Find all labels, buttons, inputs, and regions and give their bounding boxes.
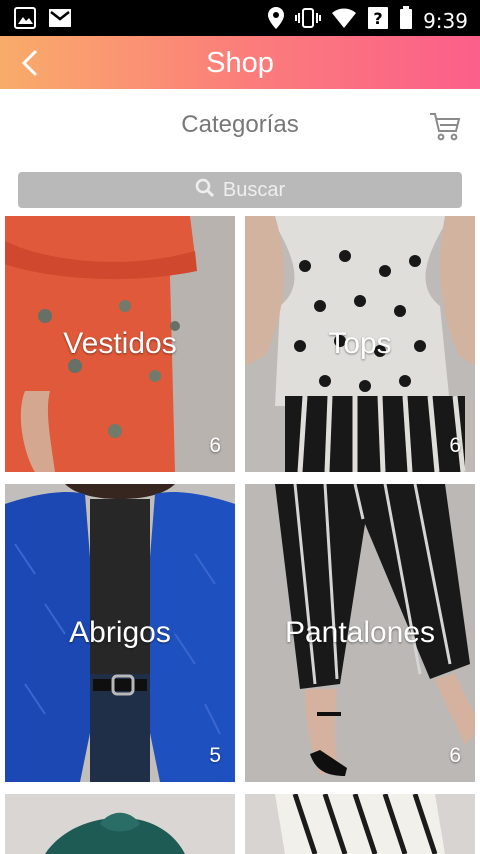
battery-icon xyxy=(399,6,413,35)
category-label: Abrigos xyxy=(69,616,171,649)
category-count: 6 xyxy=(209,434,221,457)
section-title: Categorías xyxy=(181,111,299,138)
gmail-icon xyxy=(48,7,72,34)
category-card-partial-left[interactable] xyxy=(5,794,235,854)
category-count: 5 xyxy=(209,744,221,767)
page-title: Shop xyxy=(206,47,274,79)
clock-time: 9:39 xyxy=(423,8,468,33)
status-bar: ? 9:39 xyxy=(0,0,480,36)
vibrate-icon xyxy=(295,7,322,34)
search-icon xyxy=(195,178,215,203)
location-icon xyxy=(267,6,285,35)
category-count: 6 xyxy=(449,434,461,457)
category-card-pantalones[interactable]: Pantalones 6 xyxy=(245,484,475,782)
search-input[interactable]: Buscar xyxy=(18,172,462,208)
svg-text:?: ? xyxy=(373,9,382,28)
wifi-icon xyxy=(331,7,357,34)
category-label: Tops xyxy=(328,327,392,360)
category-card-vestidos[interactable]: Vestidos 6 xyxy=(5,216,235,472)
category-card-partial-right[interactable] xyxy=(245,794,475,854)
category-label: Pantalones xyxy=(284,616,436,649)
category-label: Vestidos xyxy=(63,327,177,360)
cart-button[interactable] xyxy=(428,109,462,143)
search-placeholder: Buscar xyxy=(222,178,286,201)
cart-icon xyxy=(428,113,462,147)
category-count: 6 xyxy=(449,744,461,767)
categories-subheader: Categorías xyxy=(0,89,480,165)
app-header: Shop xyxy=(0,36,480,89)
category-image xyxy=(245,794,475,854)
category-card-tops[interactable]: Tops 6 xyxy=(245,216,475,472)
signal-icon: ? xyxy=(367,6,389,35)
category-card-abrigos[interactable]: Abrigos 5 xyxy=(5,484,235,782)
image-icon xyxy=(14,7,36,34)
category-image xyxy=(5,794,235,854)
